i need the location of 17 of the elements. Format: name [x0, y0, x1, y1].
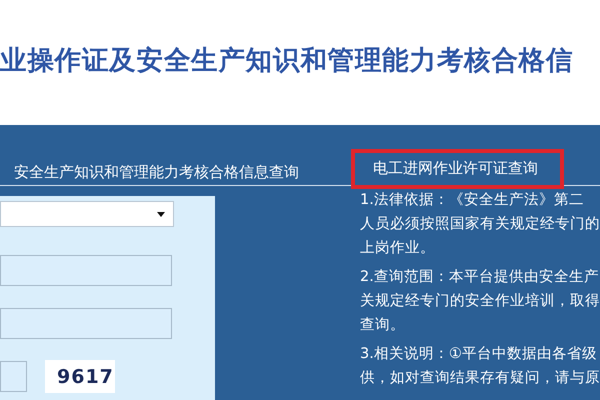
dropdown[interactable]: [0, 201, 174, 227]
note-text: 供，如对查询结果存有疑问，请与原: [360, 369, 600, 388]
captcha-field[interactable]: [0, 361, 27, 392]
tab[interactable]: 电工进网作业许可证查询: [351, 149, 564, 189]
note-text: 上岗作业。: [360, 239, 436, 258]
note-text: 1.法律依据：《安全生产法》第二: [360, 190, 585, 210]
input-field[interactable]: [0, 255, 172, 286]
note-text: 3.相关说明：①平台中数据由各省级: [360, 345, 598, 364]
page-title: 业操作证及安全生产知识和管理能力考核合格信: [0, 44, 574, 78]
note-text: 人员必须按照国家有关规定经专门的: [360, 214, 600, 234]
note-text: 2.查询范围：本平台提供由安全生产: [360, 268, 600, 287]
note-text: 查询。: [360, 316, 406, 335]
note-text: 关规定经专门的安全作业培训，取得: [360, 292, 600, 311]
captcha-image[interactable]: 9617: [45, 360, 115, 393]
input-field[interactable]: [0, 308, 172, 339]
caret-icon: [157, 212, 165, 216]
tab[interactable]: 安全生产知识和管理能力考核合格信息查询: [0, 153, 321, 193]
